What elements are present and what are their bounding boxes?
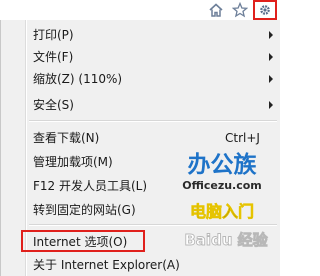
menu-item-view-downloads[interactable]: 查看下载(N) Ctrl+J — [29, 127, 277, 149]
menu-item-label: F12 开发人员工具(L) — [33, 179, 148, 193]
watermark-logo-text: 办公族 — [188, 151, 258, 178]
watermark-tagline: 电脑入门 — [190, 202, 254, 221]
menu-item-label: 打印(P) — [33, 28, 74, 42]
menu-item-label: 关于 Internet Explorer(A) — [33, 258, 180, 272]
menu-item-file[interactable]: 文件(F) — [29, 46, 277, 68]
menu-item-safety[interactable]: 安全(S) — [29, 94, 277, 116]
submenu-arrow-icon — [269, 31, 273, 39]
star-icon[interactable] — [231, 1, 249, 19]
menu-item-label: 文件(F) — [33, 50, 74, 64]
watermark-logo: 办公族 Officezu.com 电脑入门 — [182, 151, 262, 221]
submenu-arrow-icon — [269, 53, 273, 61]
browser-toolbar — [0, 0, 280, 20]
menu-separator-highlight — [29, 121, 277, 122]
menu-item-label: 转到固定的网站(G) — [33, 203, 136, 217]
menu-item-about-ie[interactable]: 关于 Internet Explorer(A) — [29, 254, 277, 276]
submenu-arrow-icon — [269, 101, 273, 109]
home-icon[interactable] — [207, 1, 225, 19]
menu-item-shortcut: Ctrl+J — [225, 131, 260, 145]
menu-item-print[interactable]: 打印(P) — [29, 24, 277, 46]
gear-icon[interactable] — [253, 0, 277, 20]
watermark-domain: Officezu.com — [182, 179, 262, 192]
menu-item-label: 查看下载(N) — [33, 131, 100, 145]
menu-item-zoom[interactable]: 缩放(Z) (110%) — [29, 68, 277, 90]
internet-options-highlight — [21, 230, 145, 252]
menu-item-label: 管理加载项(M) — [33, 155, 113, 169]
submenu-arrow-icon — [269, 75, 273, 83]
baidu-watermark-text: Baidu 经验 — [184, 231, 268, 249]
menu-item-label: 缩放(Z) (110%) — [33, 72, 123, 86]
baidu-watermark: Baidu 经验 — [184, 231, 269, 250]
menu-item-label: 安全(S) — [33, 98, 74, 112]
